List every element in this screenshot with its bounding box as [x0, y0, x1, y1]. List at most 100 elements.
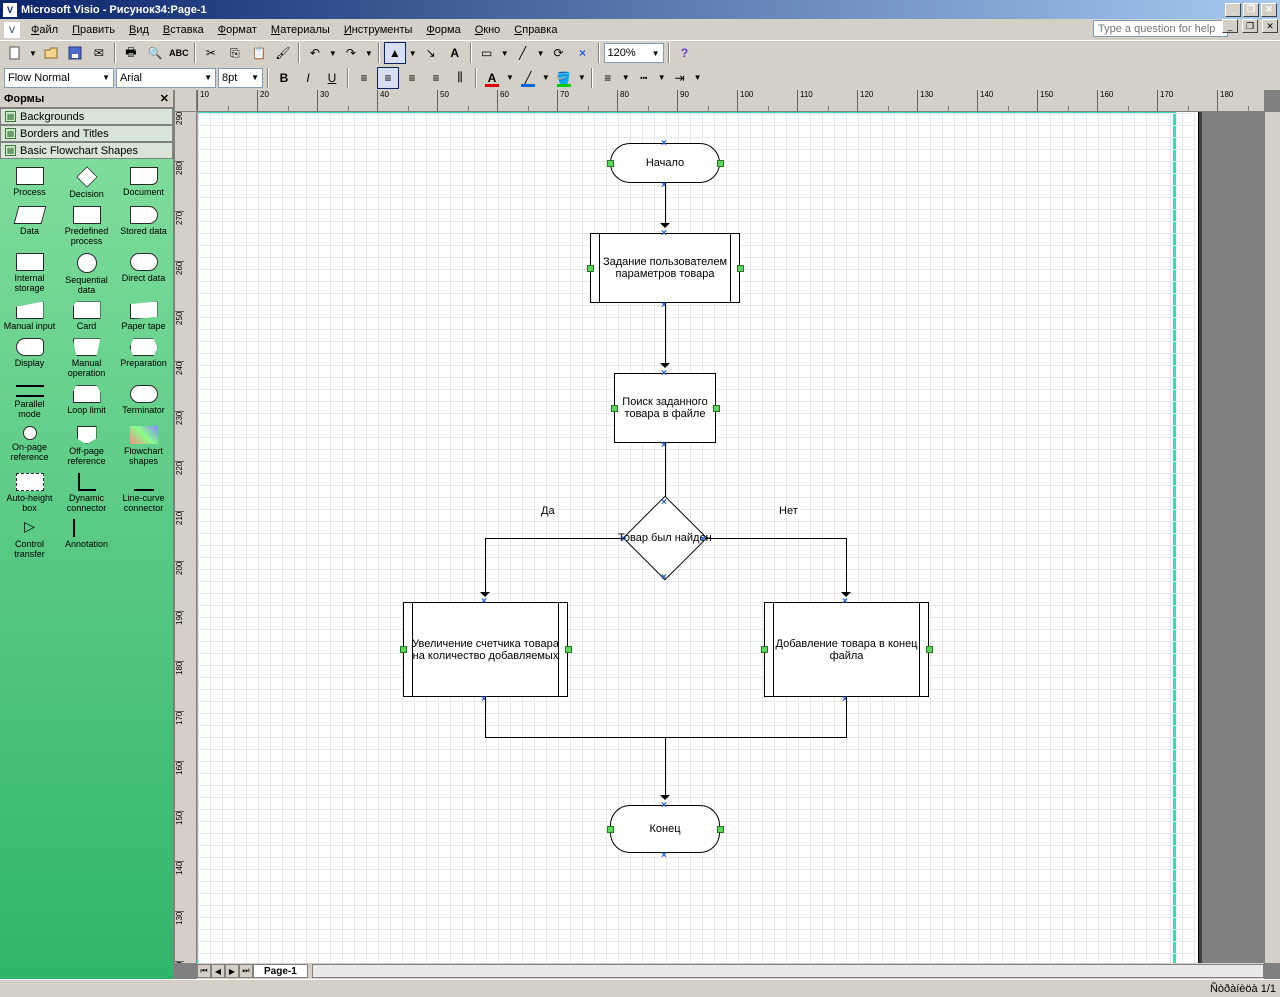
connection-x-icon[interactable]: × — [661, 800, 669, 808]
doc-restore-button[interactable]: ❐ — [1242, 19, 1258, 33]
connector[interactable] — [665, 737, 666, 795]
new-dropdown[interactable]: ▼ — [28, 49, 38, 58]
connection-x-icon[interactable]: × — [661, 138, 669, 146]
horizontal-scrollbar[interactable] — [312, 964, 1264, 978]
selection-handle[interactable] — [717, 826, 724, 833]
shape-on-page-reference[interactable]: On-page reference — [2, 426, 57, 467]
shape-paper-tape[interactable]: Paper tape — [116, 301, 171, 332]
connection-x-icon[interactable]: × — [661, 228, 669, 236]
align-right-button[interactable]: ≡ — [401, 67, 423, 89]
maximize-button[interactable]: ❐ — [1243, 3, 1259, 17]
shape-document[interactable]: Document — [116, 167, 171, 200]
align-center-button[interactable]: ≡ — [377, 67, 399, 89]
shape-control-transfer[interactable]: Control transfer — [2, 519, 57, 560]
help-button[interactable]: ? — [674, 42, 696, 64]
page-tab[interactable]: Page-1 — [253, 964, 308, 978]
font-color-dropdown[interactable]: ▼ — [505, 73, 515, 82]
copy-button[interactable]: ⎘ — [224, 42, 246, 64]
connector[interactable] — [846, 538, 847, 592]
shape-manual-input[interactable]: Manual input — [2, 301, 57, 332]
connection-x-icon[interactable]: × — [661, 368, 669, 376]
shape-direct-data[interactable]: Direct data — [116, 253, 171, 296]
doc-close-button[interactable]: ✕ — [1262, 19, 1278, 33]
shape-dynamic-connector[interactable]: Dynamic connector — [59, 473, 114, 514]
new-button[interactable] — [4, 42, 26, 64]
selection-handle[interactable] — [400, 646, 407, 653]
ruler-horizontal[interactable]: 1020304050607080901001101201301401501601… — [197, 90, 1264, 112]
size-combo[interactable]: 8pt▼ — [218, 68, 263, 88]
shape-dropdown[interactable]: ▼ — [500, 49, 510, 58]
connection-x-icon[interactable]: × — [842, 596, 850, 604]
selection-handle[interactable] — [761, 646, 768, 653]
distribute-button[interactable]: ⫼ — [449, 67, 471, 89]
shapes-close-button[interactable]: ✕ — [160, 92, 169, 105]
undo-dropdown[interactable]: ▼ — [328, 49, 338, 58]
line-weight-button[interactable]: ≡ — [597, 67, 619, 89]
shape-step2[interactable]: Поиск заданного товара в файле — [614, 373, 716, 443]
shape-line-curve-connector[interactable]: Line-curve connector — [116, 473, 171, 514]
selection-handle[interactable] — [587, 265, 594, 272]
drawing-page[interactable]: Начало × × Задание пользователем парамет… — [197, 112, 1199, 963]
tab-prev-button[interactable]: ◀ — [211, 964, 225, 978]
shape-process[interactable]: Process — [2, 167, 57, 200]
line-pattern-dropdown[interactable]: ▼ — [657, 73, 667, 82]
shape-data[interactable]: Data — [2, 206, 57, 247]
shape-predefined-process[interactable]: Predefined process — [59, 206, 114, 247]
print-button[interactable]: 🖶 — [120, 42, 142, 64]
undo-button[interactable]: ↶ — [304, 42, 326, 64]
connector[interactable] — [485, 697, 486, 737]
zoom-combo[interactable]: 120%▼ — [604, 43, 664, 63]
shape-flowchart-shapes[interactable]: Flowchart shapes — [116, 426, 171, 467]
shape-parallel-mode[interactable]: Parallel mode — [2, 385, 57, 420]
selection-handle[interactable] — [717, 160, 724, 167]
selection-handle[interactable] — [607, 826, 614, 833]
email-button[interactable]: ✉ — [88, 42, 110, 64]
rectangle-tool[interactable]: ▭ — [476, 42, 498, 64]
line-color-dropdown[interactable]: ▼ — [541, 73, 551, 82]
shape-stored-data[interactable]: Stored data — [116, 206, 171, 247]
format-painter-button[interactable]: 🖌 — [272, 42, 294, 64]
shape-auto-height-box[interactable]: Auto-height box — [2, 473, 57, 514]
label-no[interactable]: Нет — [777, 505, 800, 517]
connection-x-icon[interactable]: × — [661, 497, 669, 505]
shape-card[interactable]: Card — [59, 301, 114, 332]
connection-x-icon[interactable]: × — [481, 596, 489, 604]
menu-править[interactable]: Править — [65, 22, 122, 38]
fill-color-button[interactable]: 🪣 — [553, 67, 575, 89]
shape-off-page-reference[interactable]: Off-page reference — [59, 426, 114, 467]
connector[interactable] — [485, 538, 625, 539]
pointer-dropdown[interactable]: ▼ — [408, 49, 418, 58]
shape-left[interactable]: Увеличение счетчика товара на количество… — [403, 602, 568, 697]
menu-инструменты[interactable]: Инструменты — [337, 22, 420, 38]
shape-end[interactable]: Конец — [610, 805, 720, 853]
menu-материалы[interactable]: Материалы — [264, 22, 337, 38]
line-weight-dropdown[interactable]: ▼ — [621, 73, 631, 82]
shape-step1[interactable]: Задание пользователем параметров товара — [590, 233, 740, 303]
shape-manual-operation[interactable]: Manual operation — [59, 338, 114, 379]
stencil-backgrounds[interactable]: ▦Backgrounds — [0, 108, 173, 125]
label-yes[interactable]: Да — [539, 505, 557, 517]
stencil-basic-flowchart-shapes[interactable]: ▦Basic Flowchart Shapes — [0, 142, 173, 159]
connection-x-icon[interactable]: × — [661, 572, 669, 580]
line-dropdown[interactable]: ▼ — [536, 49, 546, 58]
underline-button[interactable]: U — [321, 67, 343, 89]
tab-last-button[interactable]: ⏭ — [239, 964, 253, 978]
selection-handle[interactable] — [737, 265, 744, 272]
fill-color-dropdown[interactable]: ▼ — [577, 73, 587, 82]
vertical-scrollbar[interactable] — [1264, 112, 1280, 963]
doc-minimize-button[interactable]: _ — [1222, 19, 1238, 33]
align-justify-button[interactable]: ≡ — [425, 67, 447, 89]
connector[interactable] — [665, 303, 666, 363]
pointer-tool[interactable]: ▲ — [384, 42, 406, 64]
menu-окно[interactable]: Окно — [468, 22, 508, 38]
redo-dropdown[interactable]: ▼ — [364, 49, 374, 58]
font-color-button[interactable]: A — [481, 67, 503, 89]
minimize-button[interactable]: _ — [1225, 3, 1241, 17]
shape-sequential-data[interactable]: Sequential data — [59, 253, 114, 296]
spelling-button[interactable]: ABC — [168, 42, 190, 64]
line-pattern-button[interactable]: ┅ — [633, 67, 655, 89]
shape-internal-storage[interactable]: Internal storage — [2, 253, 57, 296]
align-left-button[interactable]: ≡ — [353, 67, 375, 89]
shape-preparation[interactable]: Preparation — [116, 338, 171, 379]
line-ends-button[interactable]: ⇥ — [669, 67, 691, 89]
